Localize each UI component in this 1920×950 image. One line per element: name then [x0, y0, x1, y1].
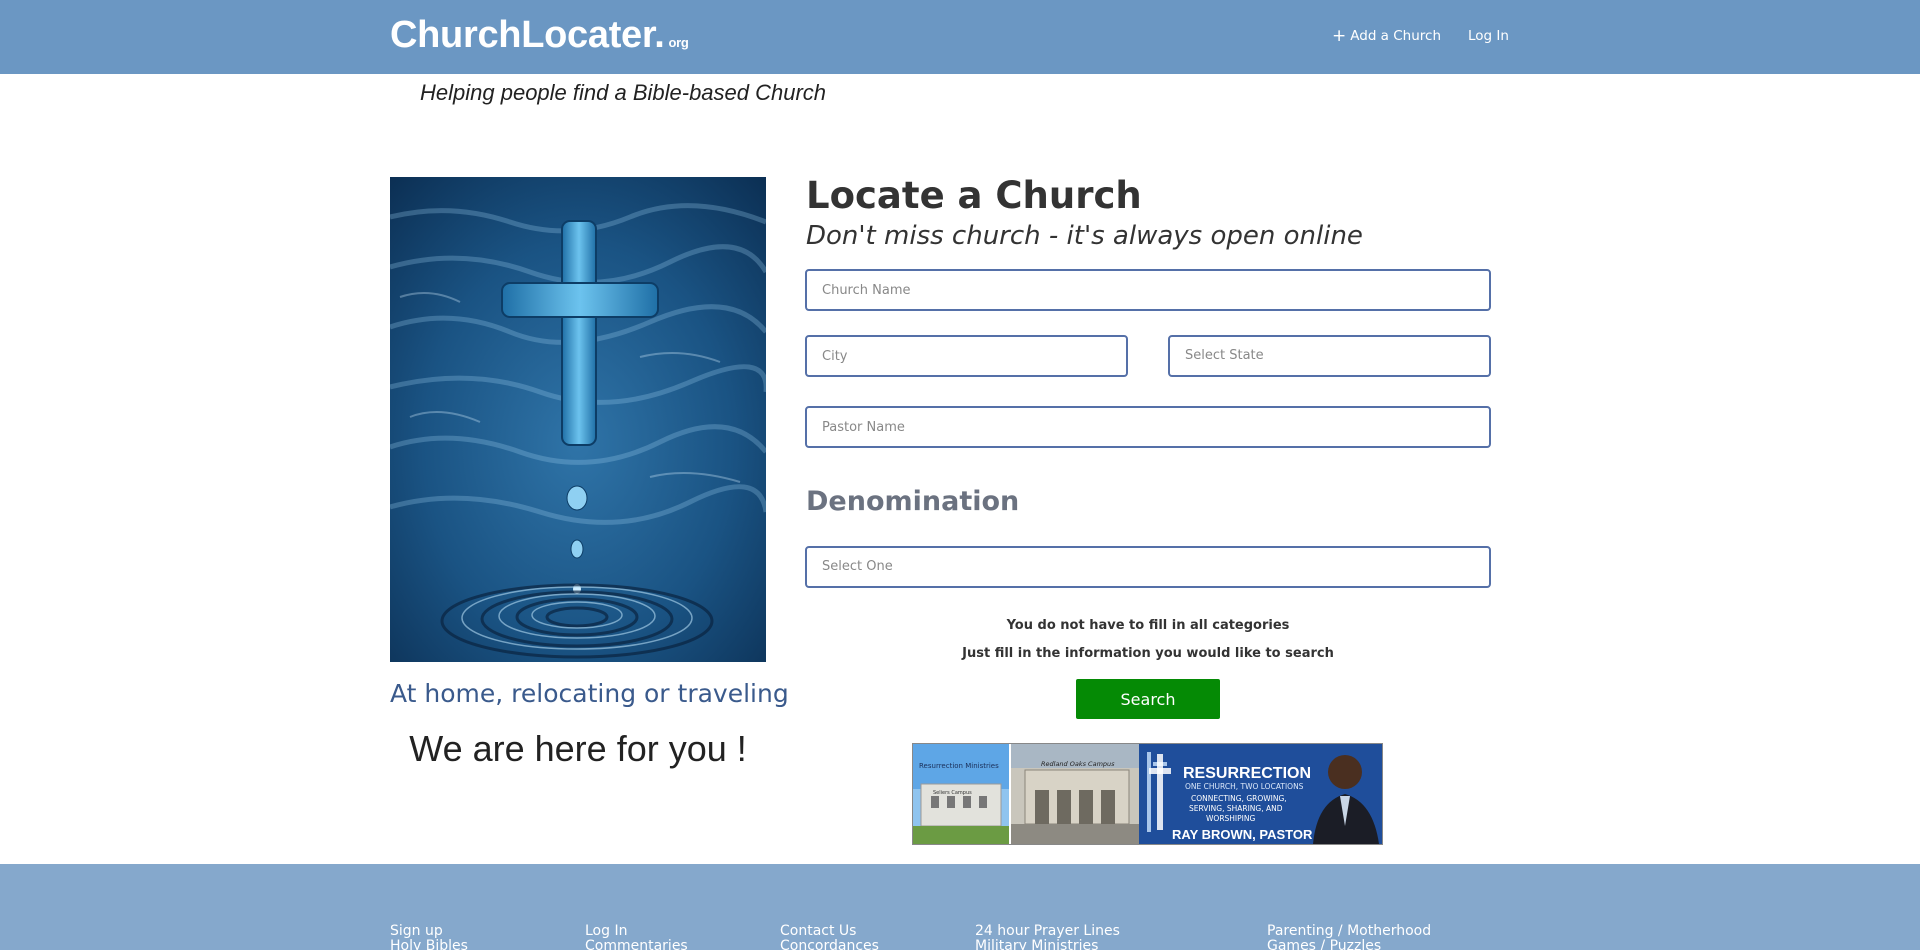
left-headline: We are here for you ! — [409, 728, 747, 769]
footer-link-prayer-lines[interactable]: 24 hour Prayer Lines — [975, 924, 1120, 939]
logo-tld: org — [668, 35, 689, 50]
site-tagline: Helping people find a Bible-based Church — [420, 80, 827, 105]
footer-column-3: Contact Us Concordances — [780, 924, 879, 950]
left-subtitle: At home, relocating or traveling — [390, 679, 789, 708]
logo-text: ChurchLocater. — [390, 14, 665, 56]
banner-pastor: RAY BROWN, PASTOR — [1172, 827, 1313, 842]
denomination-select[interactable]: Select One — [805, 546, 1491, 588]
footer-link-concordances[interactable]: Concordances — [780, 939, 879, 950]
banner-campus2: Redland Oaks Campus — [1041, 760, 1115, 768]
page-subtitle: Don't miss church - it's always open onl… — [806, 221, 1363, 251]
banner-campus1-sub: Seliers Campus — [933, 790, 972, 796]
form-note-optional: You do not have to fill in all categorie… — [1006, 618, 1290, 633]
footer-link-contact[interactable]: Contact Us — [780, 924, 879, 939]
footer-link-login[interactable]: Log In — [585, 924, 688, 939]
city-input[interactable] — [805, 335, 1128, 377]
banner-line2: CONNECTING, GROWING, — [1191, 794, 1287, 803]
banner-line1: ONE CHURCH, TWO LOCATIONS — [1185, 782, 1304, 791]
banner-line3: SERVING, SHARING, AND — [1189, 804, 1283, 813]
site-footer: Sign up Holy Bibles Log In Commentaries … — [0, 864, 1920, 950]
site-logo[interactable]: ChurchLocater. org — [390, 14, 689, 57]
cross-water-image — [390, 177, 766, 662]
add-church-label: Add a Church — [1350, 28, 1442, 44]
login-link[interactable]: Log In — [1468, 28, 1509, 44]
footer-column-1: Sign up Holy Bibles — [390, 924, 468, 950]
denomination-label: Denomination — [806, 486, 1020, 517]
banner-line4: WORSHIPING — [1206, 814, 1255, 823]
plus-icon: + — [1332, 26, 1347, 46]
footer-link-parenting[interactable]: Parenting / Motherhood — [1267, 924, 1431, 939]
form-note-instructions: Just fill in the information you would l… — [962, 646, 1334, 661]
banner-campus1: Resurrection Ministries — [919, 762, 999, 770]
add-church-link[interactable]: + Add a Church — [1332, 26, 1442, 46]
footer-link-holy-bibles[interactable]: Holy Bibles — [390, 939, 468, 950]
footer-column-4: 24 hour Prayer Lines Military Ministries — [975, 924, 1120, 950]
search-button[interactable]: Search — [1076, 679, 1220, 719]
footer-link-military-ministries[interactable]: Military Ministries — [975, 939, 1120, 950]
church-ad-banner[interactable]: Resurrection Ministries Seliers Campus R… — [912, 743, 1383, 845]
footer-link-commentaries[interactable]: Commentaries — [585, 939, 688, 950]
state-select[interactable]: Select State — [1168, 335, 1491, 377]
banner-title: RESURRECTION — [1183, 765, 1311, 782]
footer-column-2: Log In Commentaries — [585, 924, 688, 950]
footer-link-games[interactable]: Games / Puzzles — [1267, 939, 1431, 950]
church-name-input[interactable] — [805, 269, 1491, 311]
top-navbar: ChurchLocater. org + Add a Church Log In — [0, 0, 1920, 74]
footer-link-signup[interactable]: Sign up — [390, 924, 468, 939]
page-title: Locate a Church — [806, 174, 1142, 217]
pastor-name-input[interactable] — [805, 406, 1491, 448]
footer-column-5: Parenting / Motherhood Games / Puzzles — [1267, 924, 1431, 950]
